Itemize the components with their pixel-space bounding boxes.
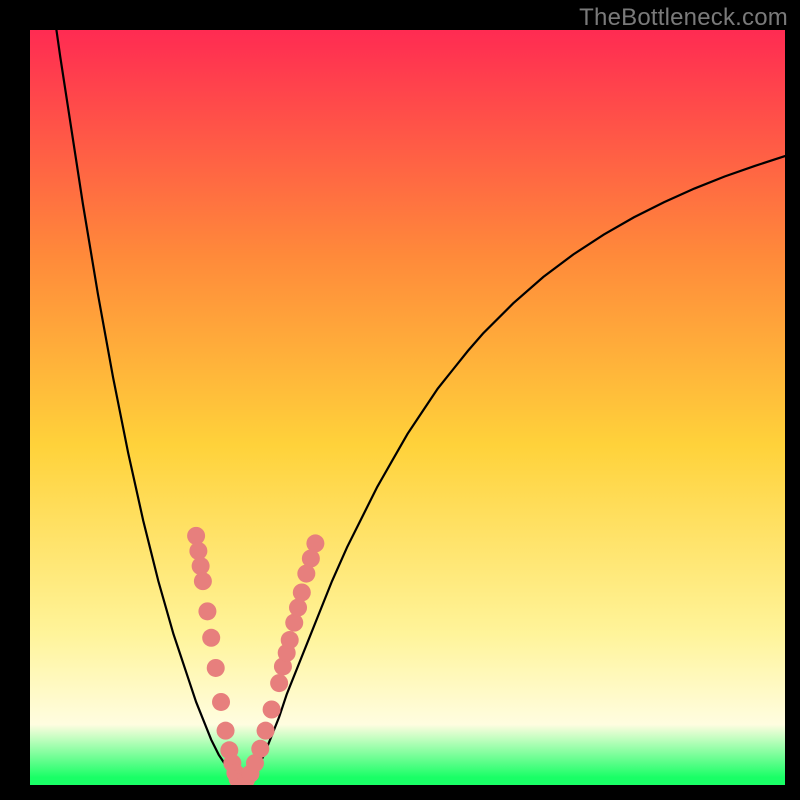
watermark-text: TheBottleneck.com bbox=[579, 4, 788, 32]
gradient-background bbox=[30, 30, 785, 785]
data-point bbox=[192, 557, 210, 575]
data-point bbox=[198, 602, 216, 620]
data-point bbox=[257, 722, 275, 740]
data-point bbox=[202, 629, 220, 647]
data-point bbox=[285, 614, 303, 632]
data-point bbox=[189, 542, 207, 560]
data-point bbox=[207, 659, 225, 677]
data-point bbox=[217, 722, 235, 740]
data-point bbox=[194, 572, 212, 590]
data-point bbox=[306, 534, 324, 552]
data-point bbox=[263, 701, 281, 719]
data-point bbox=[289, 599, 307, 617]
plot-svg bbox=[30, 30, 785, 785]
data-point bbox=[281, 631, 299, 649]
data-point bbox=[270, 674, 288, 692]
data-point bbox=[187, 527, 205, 545]
chart-frame: TheBottleneck.com bbox=[0, 0, 800, 800]
data-point bbox=[251, 740, 269, 758]
data-point bbox=[212, 693, 230, 711]
data-point bbox=[293, 583, 311, 601]
plot-area bbox=[30, 30, 785, 785]
